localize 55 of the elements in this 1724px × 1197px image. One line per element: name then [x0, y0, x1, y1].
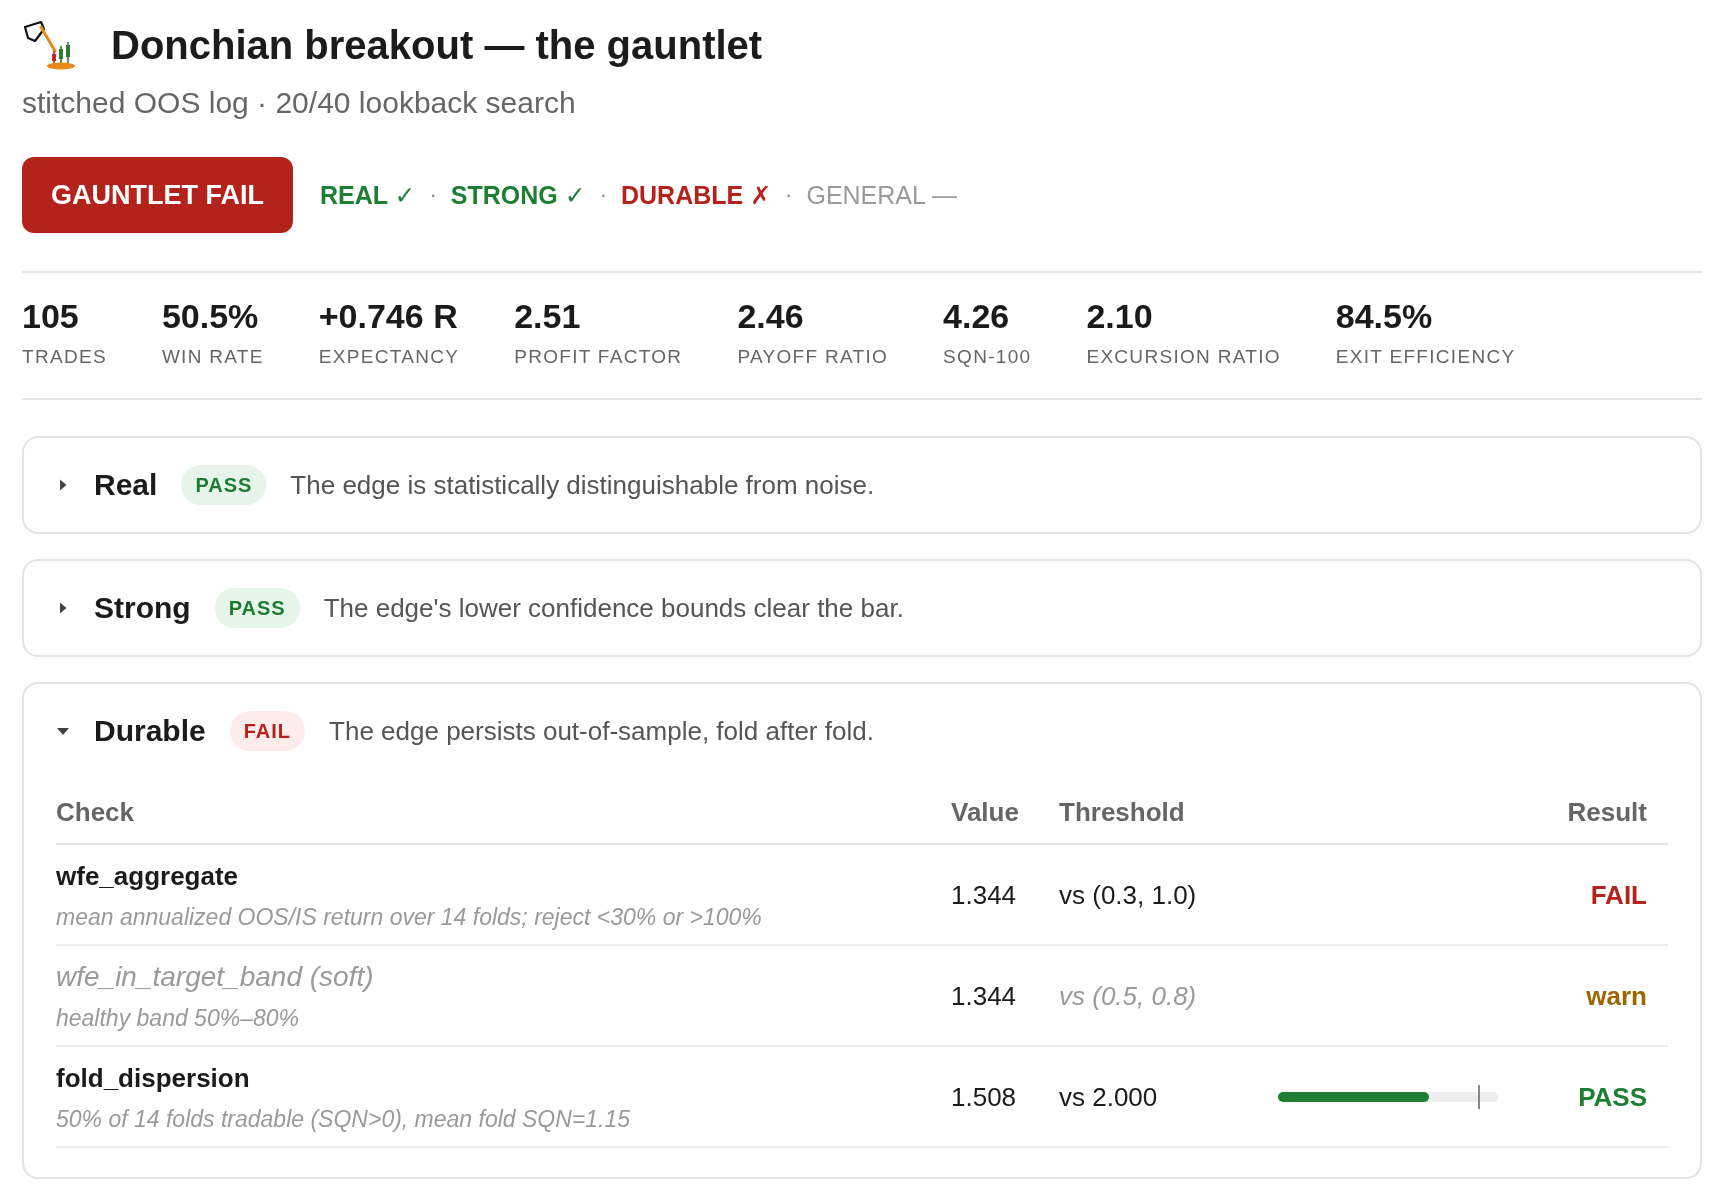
check-result: warn: [1586, 980, 1647, 1011]
criterion-status: GENERAL —: [806, 180, 957, 211]
check-result: FAIL: [1590, 879, 1647, 910]
check-value: 1.508: [951, 1081, 1017, 1112]
stat-label: EXIT EFFICIENCY: [1335, 345, 1516, 369]
gate-description: The edge's lower confidence bounds clear the bar.: [323, 593, 904, 623]
separator: ·: [785, 181, 793, 209]
stat-label: PROFIT FACTOR: [514, 345, 683, 369]
gate-title: Strong: [94, 590, 191, 626]
status-badge: PASS: [214, 588, 300, 628]
check-value: 1.344: [951, 980, 1017, 1011]
check-note: 50% of 14 folds tradable (SQN>0), mean fold SQN=1.15: [56, 1105, 632, 1133]
gate-title: Durable: [94, 713, 206, 749]
check-result: PASS: [1578, 1081, 1647, 1112]
page-subtitle: stitched OOS log · 20/40 lookback search: [22, 85, 577, 121]
criterion-status: STRONG ✓: [450, 180, 586, 211]
column-header: Threshold: [1059, 797, 1185, 827]
check-threshold: vs (0.3, 1.0): [1059, 879, 1197, 910]
stat-label: TRADES: [22, 345, 107, 369]
separator: ·: [599, 181, 607, 209]
threshold-marker-icon: [1477, 1084, 1480, 1109]
separator: ·: [429, 181, 437, 209]
check-note: healthy band 50%–80%: [56, 1004, 300, 1032]
check-value: 1.344: [951, 879, 1017, 910]
stat-label: EXPECTANCY: [318, 345, 460, 369]
criterion-status: REAL ✓: [320, 180, 416, 211]
verdict-badge: GAUNTLET FAIL: [22, 157, 293, 233]
column-header: Value: [951, 797, 1019, 827]
stat-value: 2.51: [514, 296, 582, 337]
stat-value: 2.10: [1086, 296, 1154, 337]
column-header: Result: [1567, 797, 1647, 827]
check-name: fold_dispersion: [56, 1063, 251, 1093]
stat-value: 84.5%: [1335, 296, 1434, 337]
status-badge: FAIL: [229, 711, 306, 751]
stat-label: WIN RATE: [161, 345, 264, 369]
gate-description: The edge persists out-of-sample, fold after fold.: [329, 716, 874, 746]
stat-value: 105: [22, 296, 80, 337]
check-name: wfe_aggregate: [56, 861, 240, 891]
status-badge: PASS: [181, 465, 267, 505]
page-title: Donchian breakout — the gauntlet: [111, 22, 763, 69]
check-name: wfe_in_target_band (soft): [56, 962, 375, 992]
check-threshold: vs (0.5, 0.8): [1059, 980, 1197, 1011]
stat-value: 2.46: [737, 296, 805, 337]
gate-description: The edge is statistically distinguishable from noise.: [290, 470, 875, 500]
stat-value: +0.746 R: [318, 296, 459, 337]
gate-title: Real: [94, 467, 158, 503]
criterion-status: DURABLE ✗: [621, 180, 772, 211]
column-header: Check: [56, 797, 135, 827]
stat-label: PAYOFF RATIO: [737, 345, 889, 369]
check-note: mean annualized OOS/IS return over 14 folds; reject <30% or >100%: [56, 903, 763, 931]
stat-label: SQN-100: [943, 345, 1032, 369]
stat-value: 4.26: [943, 296, 1011, 337]
check-threshold: vs 2.000: [1059, 1081, 1158, 1112]
stat-label: EXCURSION RATIO: [1086, 345, 1281, 369]
stat-value: 50.5%: [161, 296, 260, 337]
